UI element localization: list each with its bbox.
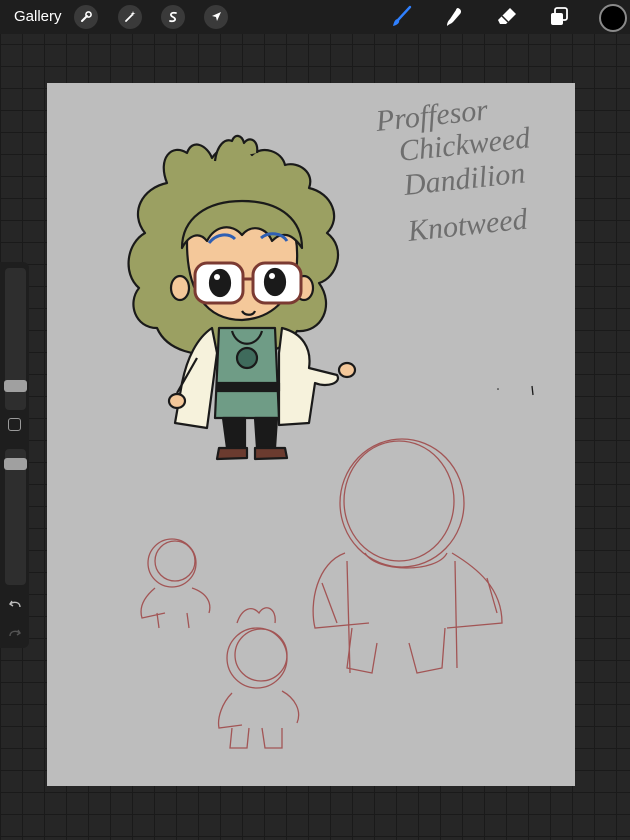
brush-size-handle[interactable] (4, 380, 27, 392)
transform-arrow-icon (212, 12, 221, 21)
wrench-icon (81, 11, 92, 22)
smudge-icon (447, 8, 462, 26)
layers-button[interactable] (546, 4, 572, 30)
selection-button[interactable] (161, 5, 185, 29)
artwork: Proffesor Chickweed Dandilion Knotweed (127, 93, 534, 749)
redo-icon (9, 629, 21, 637)
layers-icon (551, 7, 568, 25)
smudge-tool-button[interactable] (441, 4, 467, 30)
adjustments-button[interactable] (118, 5, 142, 29)
actions-wrench-button[interactable] (74, 5, 98, 29)
color-picker-button[interactable] (599, 4, 627, 32)
magic-wand-icon (125, 11, 136, 22)
sketch-layer (140, 438, 503, 749)
brush-tool-button[interactable] (388, 4, 414, 30)
selection-icon (169, 11, 177, 23)
opacity-handle[interactable] (4, 458, 27, 470)
eraser-icon (498, 8, 516, 24)
note-line-4: Knotweed (405, 202, 530, 248)
handwritten-notes: Proffesor Chickweed Dandilion Knotweed (373, 93, 532, 248)
modify-button[interactable] (8, 418, 21, 431)
brush-icon (393, 5, 412, 26)
drawing-canvas[interactable]: Proffesor Chickweed Dandilion Knotweed (47, 83, 575, 786)
redo-button[interactable] (6, 624, 24, 642)
undo-button[interactable] (6, 595, 24, 613)
gallery-button[interactable]: Gallery (14, 8, 62, 25)
left-sidebar (0, 262, 29, 648)
top-toolbar: Gallery (0, 0, 630, 34)
transform-button[interactable] (204, 5, 228, 29)
character-drawing (127, 134, 357, 461)
eraser-tool-button[interactable] (494, 4, 520, 30)
undo-icon (9, 600, 21, 608)
